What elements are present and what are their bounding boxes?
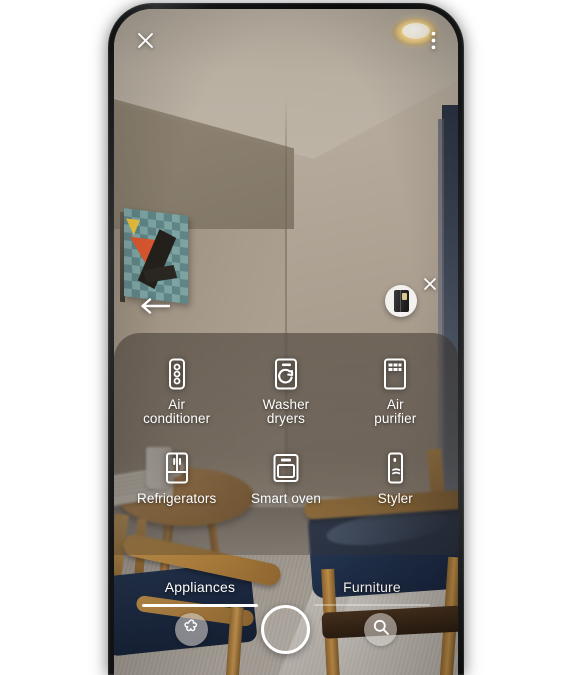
category-grid: Air conditioner Washer dryers Air purifi…: [114, 339, 458, 539]
product-thumbnail-button[interactable]: [385, 285, 417, 317]
category-label-line1: Refrigerators: [137, 491, 217, 506]
category-label-line1: Air: [386, 397, 404, 412]
category-label: Refrigerators: [137, 492, 216, 506]
category-label: Air conditioner: [143, 398, 210, 426]
category-label-line2: conditioner: [143, 411, 211, 426]
category-label: Smart oven: [251, 492, 321, 506]
washer-dryer-icon: [269, 357, 303, 391]
effects-button[interactable]: [174, 612, 208, 646]
category-item-refrigerators[interactable]: Refrigerators: [122, 451, 231, 539]
tab-label: Appliances: [164, 579, 236, 595]
category-item-air-conditioner[interactable]: Air conditioner: [122, 357, 231, 445]
category-label: Styler: [378, 492, 413, 506]
category-item-washer-dryers[interactable]: Washer dryers: [231, 357, 340, 445]
category-label-line2: purifier: [374, 411, 417, 426]
smart-oven-icon: [269, 451, 303, 485]
category-item-air-purifier[interactable]: Air purifier: [341, 357, 450, 445]
air-conditioner-icon: [160, 357, 194, 391]
screenshot-stage: Air conditioner Washer dryers Air purifi…: [0, 0, 571, 675]
refrigerator-icon: [160, 451, 194, 485]
tab-label: Furniture: [343, 579, 401, 595]
remove-product-button[interactable]: [423, 277, 437, 291]
search-button[interactable]: [364, 612, 398, 646]
more-options-button[interactable]: [431, 31, 436, 50]
wall-art-geometric: [124, 208, 188, 304]
category-label: Air purifier: [374, 398, 416, 426]
category-label-line1: Washer: [262, 397, 310, 412]
refrigerator-thumbnail-icon: [393, 290, 409, 312]
category-label-line1: Styler: [377, 491, 413, 506]
close-icon: [423, 278, 437, 295]
arrow-left-icon: [140, 298, 171, 319]
close-button[interactable]: [136, 31, 155, 50]
shutter-button[interactable]: [261, 604, 311, 654]
top-bar: [114, 9, 458, 71]
phone-screen: Air conditioner Washer dryers Air purifi…: [114, 9, 458, 675]
category-label-line1: Air: [168, 397, 186, 412]
camera-controls: [114, 597, 458, 661]
air-purifier-icon: [378, 357, 412, 391]
placed-product-chip: [385, 278, 436, 317]
flower-icon: [182, 617, 201, 641]
back-button[interactable]: [140, 297, 171, 315]
close-icon: [136, 31, 155, 50]
search-icon: [372, 618, 390, 641]
styler-icon: [378, 451, 412, 485]
category-label-line1: Smart oven: [250, 491, 321, 506]
category-label-line2: dryers: [266, 411, 306, 426]
category-item-styler[interactable]: Styler: [341, 451, 450, 539]
more-vertical-icon: [431, 31, 436, 50]
category-label: Washer dryers: [263, 398, 310, 426]
category-item-smart-oven[interactable]: Smart oven: [231, 451, 340, 539]
